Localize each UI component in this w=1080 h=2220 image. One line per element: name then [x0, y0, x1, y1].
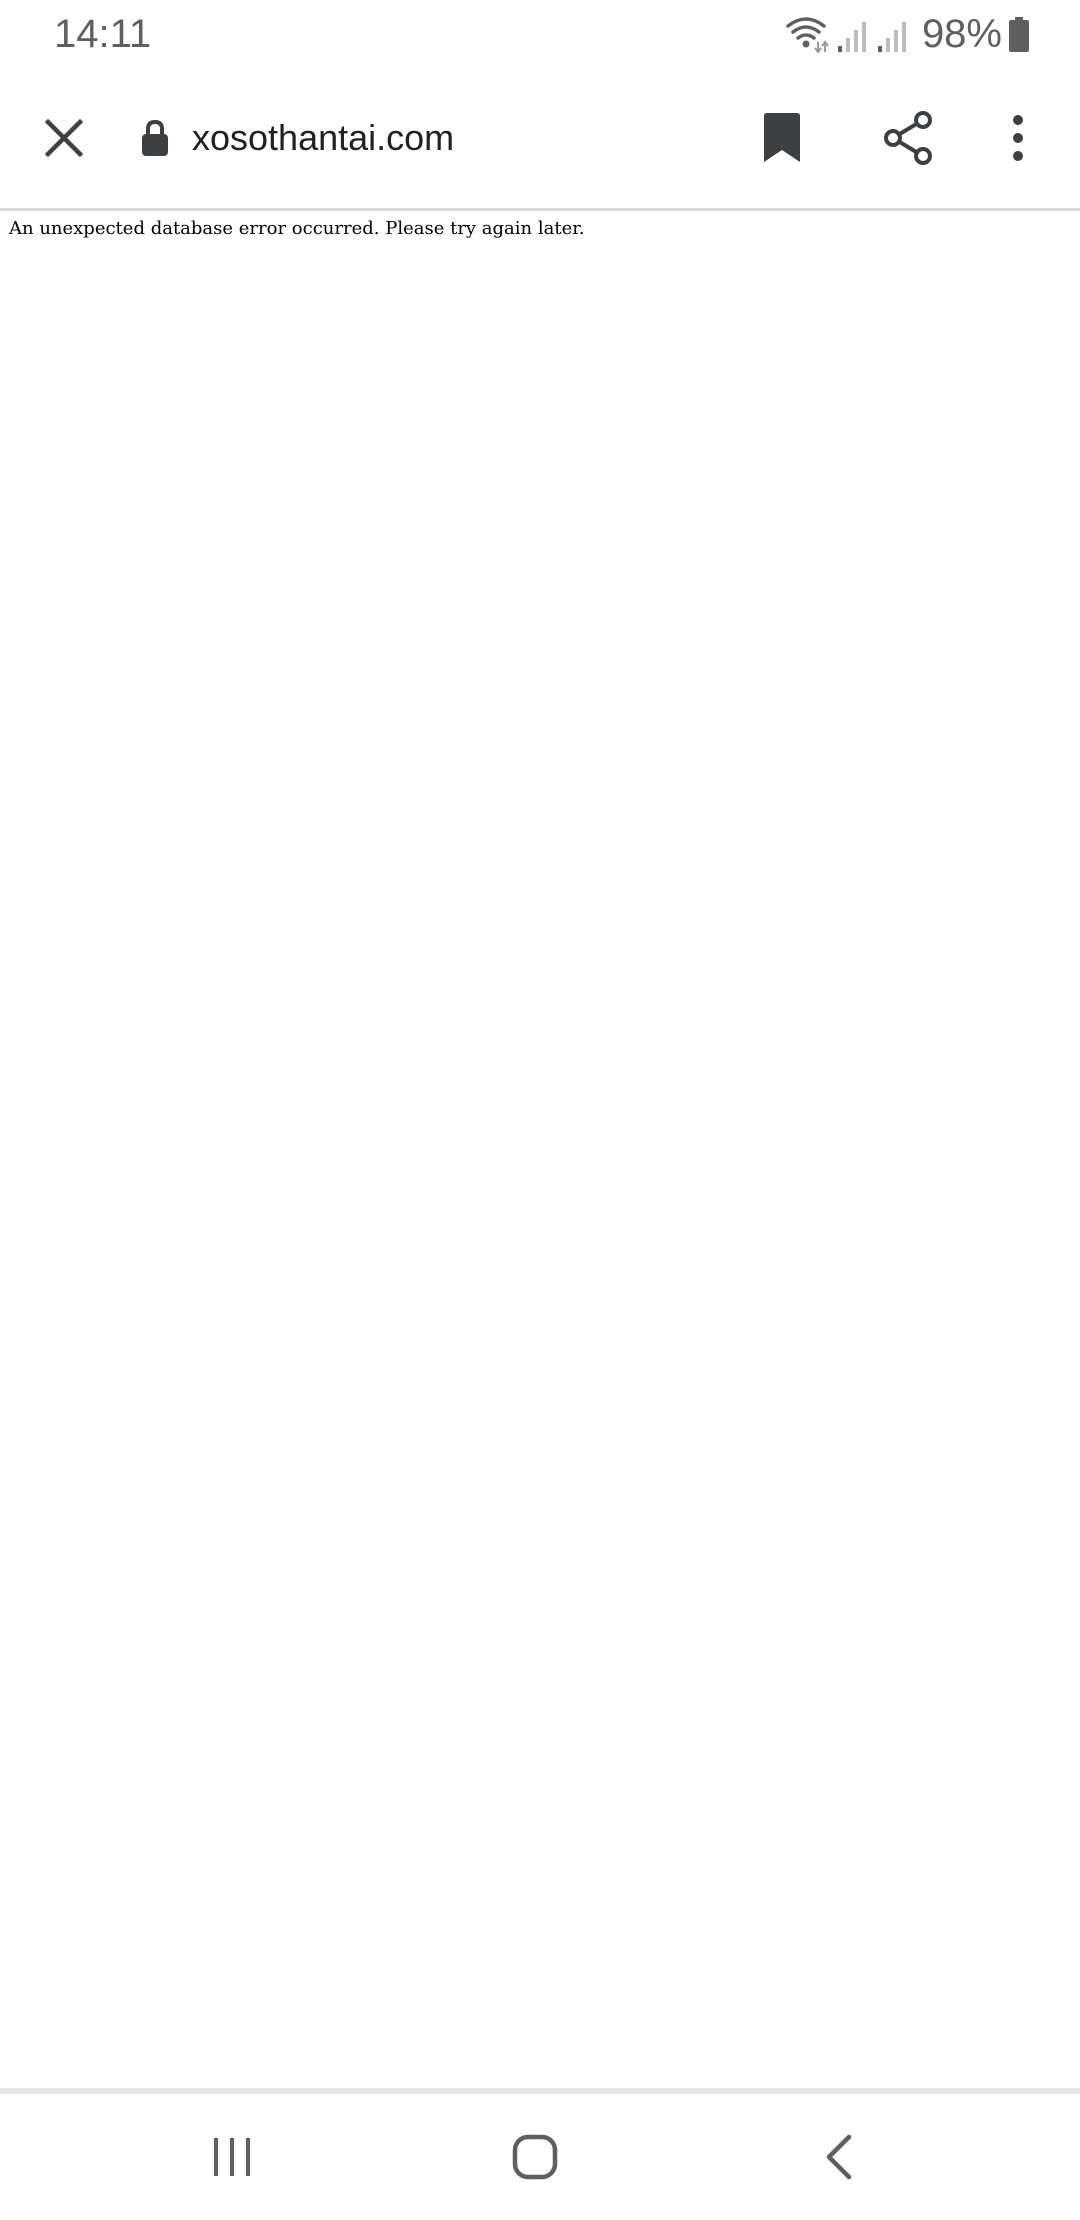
close-button[interactable]: [14, 68, 114, 208]
url-bar[interactable]: xosothantai.com: [140, 68, 700, 208]
cell-signal-icon: [837, 22, 866, 52]
cell-signal-icon: [877, 22, 906, 52]
browser-toolbar: xosothantai.com: [0, 68, 1080, 208]
web-content: An unexpected database error occurred. P…: [0, 211, 1080, 2089]
status-time: 14:11: [54, 12, 152, 56]
more-vert-icon: [1013, 115, 1023, 161]
back-icon: [826, 2134, 852, 2180]
status-icons: 98%: [784, 8, 1030, 60]
battery-icon: [1009, 17, 1029, 52]
back-button[interactable]: [768, 2094, 908, 2220]
bookmark-icon: [764, 113, 800, 162]
bookmark-button[interactable]: [732, 68, 832, 208]
recents-button[interactable]: [162, 2094, 302, 2220]
status-bar: 14:11 98%: [0, 0, 1080, 68]
more-options-button[interactable]: [968, 68, 1068, 208]
close-icon: [44, 118, 84, 158]
error-message: An unexpected database error occurred. P…: [9, 218, 585, 239]
share-icon: [884, 111, 932, 165]
url-text: xosothantai.com: [192, 117, 455, 158]
navigation-bar: [0, 2094, 1080, 2220]
lock-icon: [142, 119, 168, 156]
home-icon: [512, 2134, 558, 2180]
wifi-icon: [786, 17, 829, 54]
share-button[interactable]: [858, 68, 958, 208]
home-button[interactable]: [465, 2094, 605, 2220]
battery-percent: 98%: [921, 12, 1002, 56]
recents-icon: [214, 2138, 250, 2176]
